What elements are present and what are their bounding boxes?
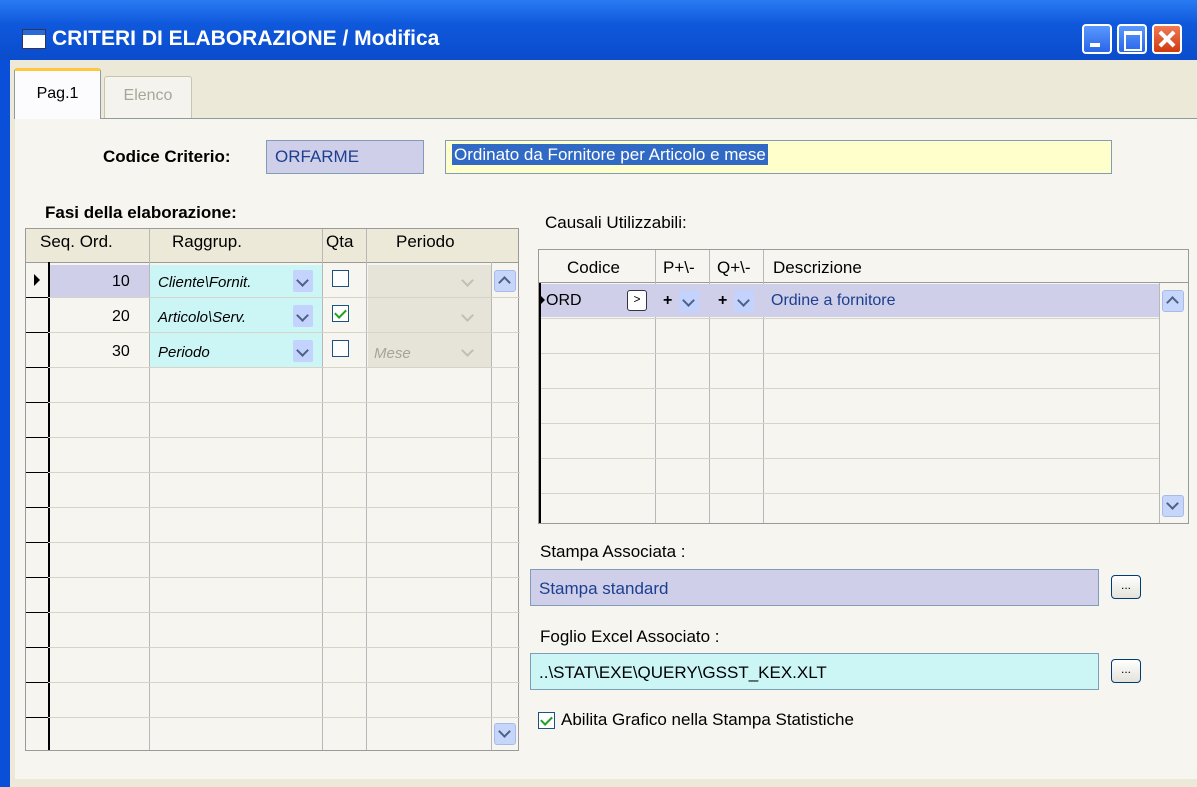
causali-header-codice: Codice <box>567 258 620 277</box>
fasi-grid: Seq. Ord. Raggrup. Qta Periodo 10 Client… <box>25 228 520 751</box>
causali-row1-p[interactable]: + <box>663 292 672 310</box>
q-dropdown-row1[interactable] <box>734 290 754 312</box>
causali-row1-descrizione[interactable]: Ordine a fornitore <box>771 292 896 310</box>
window-title: CRITERI DI ELABORAZIONE / Modifica <box>52 27 440 50</box>
fasi-row2-raggrup[interactable]: Articolo\Serv. <box>158 309 246 326</box>
fasi-row2-seq[interactable]: 20 <box>112 308 130 326</box>
fasi-row3-raggrup[interactable]: Periodo <box>158 344 210 361</box>
codice-criterio-label: Codice Criterio: <box>103 147 231 166</box>
tab-pag1[interactable]: Pag.1 <box>14 68 101 119</box>
causali-header-q: Q+\- <box>717 258 751 277</box>
causali-row1-codice[interactable]: ORD <box>546 292 582 310</box>
fasi-row1-raggrup[interactable]: Cliente\Fornit. <box>158 274 251 291</box>
causali-header-descrizione: Descrizione <box>773 258 862 277</box>
periodo-dropdown-row2 <box>458 305 478 327</box>
causali-row1-q[interactable]: + <box>718 292 727 310</box>
qta-checkbox-row1[interactable] <box>332 270 349 287</box>
fasi-row1-seq[interactable]: 10 <box>112 273 130 291</box>
causali-grid-header <box>539 250 1188 283</box>
stampa-browse-button[interactable]: ... <box>1111 575 1141 599</box>
foglio-field[interactable]: ..\STAT\EXE\QUERY\GSST_KEX.XLT <box>530 653 1099 690</box>
causali-header-p: P+\- <box>663 258 695 277</box>
causali-label: Causali Utilizzabili: <box>545 213 687 232</box>
descrizione-criterio-field[interactable]: Ordinato da Fornitore per Articolo e mes… <box>445 140 1112 174</box>
causali-scroll-up-button[interactable] <box>1162 290 1184 312</box>
raggrup-dropdown-row1[interactable] <box>293 270 313 292</box>
codice-lookup-icon[interactable]: > <box>627 290 647 311</box>
periodo-dropdown-row3 <box>458 340 478 362</box>
stampa-label: Stampa Associata : <box>540 542 686 561</box>
abilita-grafico-checkbox[interactable] <box>538 712 555 729</box>
current-row-indicator-icon <box>34 274 40 286</box>
periodo-dropdown-row1 <box>458 270 478 292</box>
fasi-header-periodo: Periodo <box>396 232 455 251</box>
stampa-field[interactable]: Stampa standard <box>530 569 1099 606</box>
maximize-button[interactable] <box>1117 24 1147 54</box>
codice-criterio-field[interactable]: ORFARME <box>266 140 424 174</box>
foglio-label: Foglio Excel Associato : <box>540 627 720 646</box>
abilita-grafico-label[interactable]: Abilita Grafico nella Stampa Statistiche <box>561 710 854 730</box>
causali-scroll-down-button[interactable] <box>1162 495 1184 517</box>
minimize-button[interactable] <box>1082 24 1112 54</box>
fasi-header-qta: Qta <box>326 232 354 251</box>
raggrup-dropdown-row3[interactable] <box>293 340 313 362</box>
fasi-scroll-down-button[interactable] <box>494 723 516 745</box>
close-button[interactable] <box>1152 24 1182 54</box>
qta-checkbox-row3[interactable] <box>332 340 349 357</box>
fasi-row3-seq[interactable]: 30 <box>112 343 130 361</box>
causali-grid: Codice P+\- Q+\- Descrizione ORD > + + O… <box>538 249 1189 524</box>
raggrup-dropdown-row2[interactable] <box>293 305 313 327</box>
causali-current-row-icon <box>540 295 545 305</box>
fasi-label: Fasi della elaborazione: <box>45 203 237 222</box>
qta-checkbox-row2[interactable] <box>332 305 349 322</box>
fasi-header-seq: Seq. Ord. <box>40 232 113 251</box>
foglio-browse-button[interactable]: ... <box>1111 659 1141 683</box>
descrizione-selected-text: Ordinato da Fornitore per Articolo e mes… <box>452 144 768 165</box>
fasi-row3-periodo[interactable]: Mese <box>374 345 411 362</box>
p-dropdown-row1[interactable] <box>679 290 699 312</box>
tab-elenco[interactable]: Elenco <box>104 76 192 118</box>
app-window-icon <box>22 29 46 49</box>
fasi-scroll-up-button[interactable] <box>494 270 516 292</box>
fasi-header-raggrup: Raggrup. <box>172 232 242 251</box>
